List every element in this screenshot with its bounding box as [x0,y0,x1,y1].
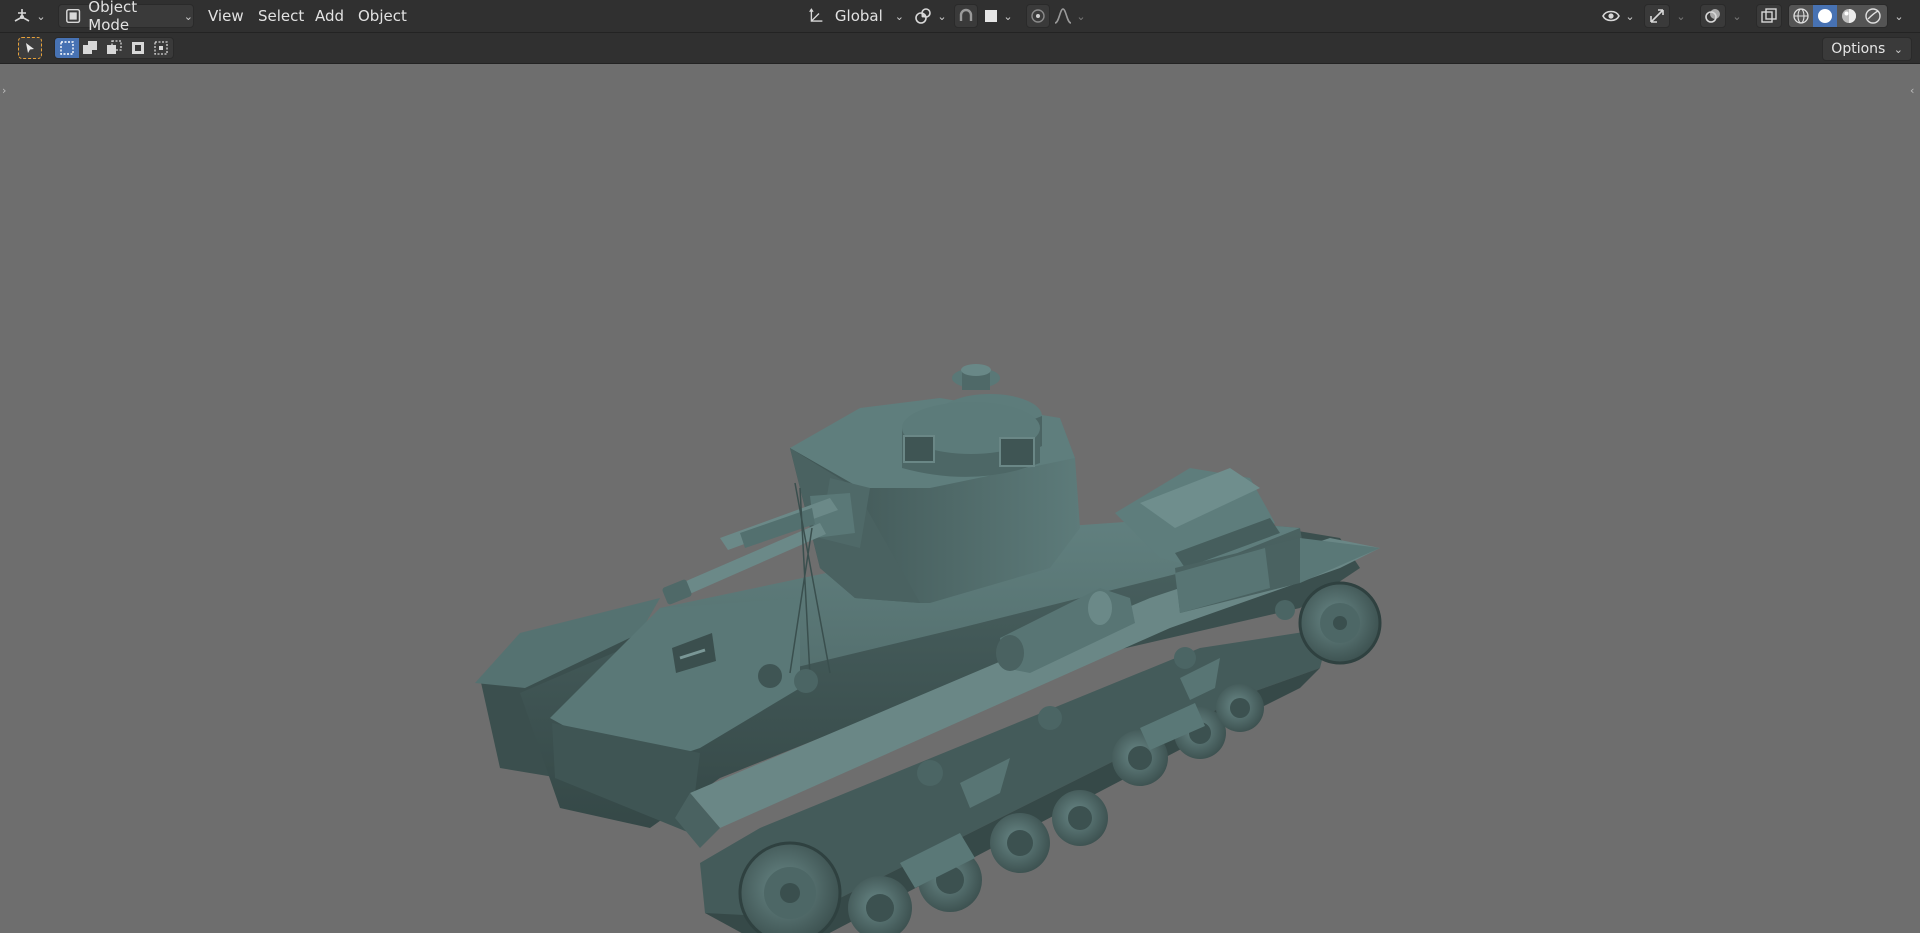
solid-shading-button[interactable] [1813,5,1837,27]
gizmo-toggle[interactable] [1644,4,1670,28]
select-invert-button[interactable] [126,38,150,58]
falloff-curve-icon [1055,8,1072,24]
tool-settings-bar: Options ⌄ [0,33,1920,64]
shading-dropdown[interactable]: ⌄ [1890,4,1908,28]
snap-target-dropdown[interactable]: ⌄ [980,4,1016,28]
viewport-header: ⌄ Object Mode ⌄ View Select Add Object G… [0,0,1920,34]
material-preview-button[interactable] [1837,5,1861,27]
overlays-toggle[interactable] [1700,4,1726,28]
chevron-down-icon: ⌄ [937,9,947,23]
chevron-down-icon: ⌄ [1732,9,1742,23]
mode-label: Object Mode [88,0,138,34]
shading-mode-group [1788,4,1888,28]
pivot-point-icon [915,8,932,24]
chevron-down-icon: ⌄ [36,9,46,23]
overlays-dropdown[interactable]: ⌄ [1728,4,1746,28]
wireframe-shading-button[interactable] [1789,5,1813,27]
gizmo-icon [1650,9,1664,23]
chevron-down-icon: ⌄ [1076,9,1086,23]
material-preview-icon [1842,9,1856,23]
snap-toggle[interactable] [954,4,978,28]
select-subtract-icon [106,40,122,54]
xray-toggle[interactable] [1756,4,1782,28]
chevron-down-icon: ⌄ [1003,9,1013,23]
selection-mode-group [54,37,174,59]
select-extend-button[interactable] [79,38,103,58]
overlays-icon [1705,9,1720,23]
chevron-down-icon: ⌄ [1625,9,1635,23]
tank-model[interactable] [0,64,1920,933]
pivot-point-dropdown[interactable]: ⌄ [912,4,948,28]
chevron-down-icon: ⌄ [1676,9,1686,23]
visibility-dropdown[interactable]: ⌄ [1600,4,1636,28]
transform-orientation-icon [809,8,823,22]
3d-viewport-icon [14,9,30,22]
xray-icon [1761,8,1777,23]
proportional-editing-icon [1031,9,1045,23]
object-mode-icon [66,8,81,24]
menu-object[interactable]: Object [351,4,414,28]
select-box-tool-icon [26,43,34,53]
wireframe-shading-icon [1793,8,1809,24]
active-tool-button[interactable] [18,37,42,59]
falloff-dropdown[interactable]: ⌄ [1052,4,1088,28]
select-intersect-icon [154,41,168,55]
select-new-button[interactable] [55,38,79,58]
chevron-down-icon: ⌄ [1894,9,1904,23]
select-intersect-button[interactable] [149,38,173,58]
select-subtract-button[interactable] [102,38,126,58]
eye-visibility-icon [1602,10,1621,22]
snap-icon [959,8,973,21]
solid-shading-icon [1818,9,1832,23]
rendered-shading-icon [1865,8,1881,24]
options-dropdown[interactable]: Options ⌄ [1822,37,1912,61]
mode-dropdown[interactable]: Object Mode ⌄ [58,0,194,34]
chevron-down-icon: ⌄ [894,9,904,23]
menu-view[interactable]: View [201,4,251,28]
rendered-shading-button[interactable] [1861,5,1885,27]
gizmo-dropdown[interactable]: ⌄ [1672,4,1690,28]
3d-viewport[interactable]: › ‹ [0,64,1920,933]
select-extend-icon [83,41,98,54]
chevron-down-icon: ⌄ [183,9,193,23]
menu-select[interactable]: Select [251,4,311,28]
select-invert-icon [131,42,144,54]
options-label: Options [1831,41,1886,57]
chevron-down-icon: ⌄ [1893,43,1903,56]
transform-orientation-dropdown[interactable]: Global ⌄ [804,4,904,28]
orientation-label: Global [834,7,883,25]
select-new-icon [60,41,74,55]
editor-type-button[interactable]: ⌄ [10,4,48,28]
snap-increment-icon [985,10,998,22]
proportional-editing-toggle[interactable] [1026,4,1050,28]
menu-add[interactable]: Add [308,4,351,28]
